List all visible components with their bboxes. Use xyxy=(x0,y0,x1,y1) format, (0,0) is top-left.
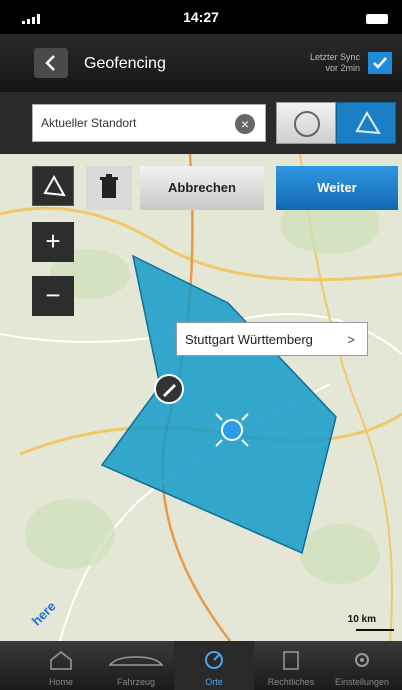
gear-icon xyxy=(355,653,369,667)
clear-search-button[interactable]: × xyxy=(235,114,255,134)
next-button[interactable]: Weiter xyxy=(276,166,398,210)
chevron-left-icon xyxy=(45,55,55,71)
battery-icon xyxy=(366,14,388,24)
tab-label: Orte xyxy=(205,677,223,687)
status-time: 14:27 xyxy=(183,9,219,25)
tab-einstellungen[interactable]: Einstellungen xyxy=(322,641,402,690)
callout-chevron: > xyxy=(347,332,355,347)
polygon-shape-button[interactable] xyxy=(336,102,396,144)
polygon-icon xyxy=(355,111,381,135)
sync-label: Letzter Sync xyxy=(309,52,360,62)
car-icon xyxy=(108,656,164,666)
sync-checkbox[interactable] xyxy=(368,52,392,74)
delete-button[interactable] xyxy=(86,166,132,210)
document-icon xyxy=(283,651,299,670)
status-bar: 14:27 xyxy=(0,0,402,34)
places-icon xyxy=(205,651,223,669)
search-value: Aktueller Standort xyxy=(41,116,137,130)
sync-value: vor 2min xyxy=(325,63,360,73)
trash-icon xyxy=(100,174,118,198)
polygon-icon xyxy=(43,174,66,197)
map-scale: 10 km xyxy=(347,614,376,625)
home-icon xyxy=(50,651,72,670)
tab-home[interactable]: Home xyxy=(21,641,101,690)
circle-icon xyxy=(294,111,320,137)
location-search-input[interactable]: Aktueller Standort × xyxy=(32,104,266,142)
draw-polygon-tool[interactable] xyxy=(32,166,74,206)
checkmark-icon xyxy=(373,57,387,69)
cancel-button[interactable]: Abbrechen xyxy=(140,166,264,210)
tab-fahrzeug[interactable]: Fahrzeug xyxy=(96,641,176,690)
location-callout[interactable]: Stuttgart Württemberg > xyxy=(176,322,368,356)
tab-label: Rechtliches xyxy=(267,677,315,687)
back-button[interactable] xyxy=(34,48,68,78)
tab-bar: Home Fahrzeug Orte Rechtliches Einstellu… xyxy=(0,641,402,690)
zoom-in-button[interactable]: + xyxy=(32,222,74,262)
zoom-out-button[interactable]: − xyxy=(32,276,74,316)
tab-label: Fahrzeug xyxy=(116,677,156,687)
tab-orte[interactable]: Orte xyxy=(174,641,254,690)
tab-rechtliches[interactable]: Rechtliches xyxy=(251,641,331,690)
location-marker[interactable] xyxy=(221,419,243,441)
circle-shape-button[interactable] xyxy=(276,102,336,144)
sync-status: Letzter Sync vor 2min xyxy=(310,52,360,74)
tab-label: Home xyxy=(48,677,73,687)
nav-header: Geofencing Letzter Sync vor 2min xyxy=(0,34,402,92)
tab-label: Einstellungen xyxy=(334,677,390,687)
callout-label: Stuttgart Württemberg xyxy=(185,332,313,347)
page-title: Geofencing xyxy=(84,55,166,72)
